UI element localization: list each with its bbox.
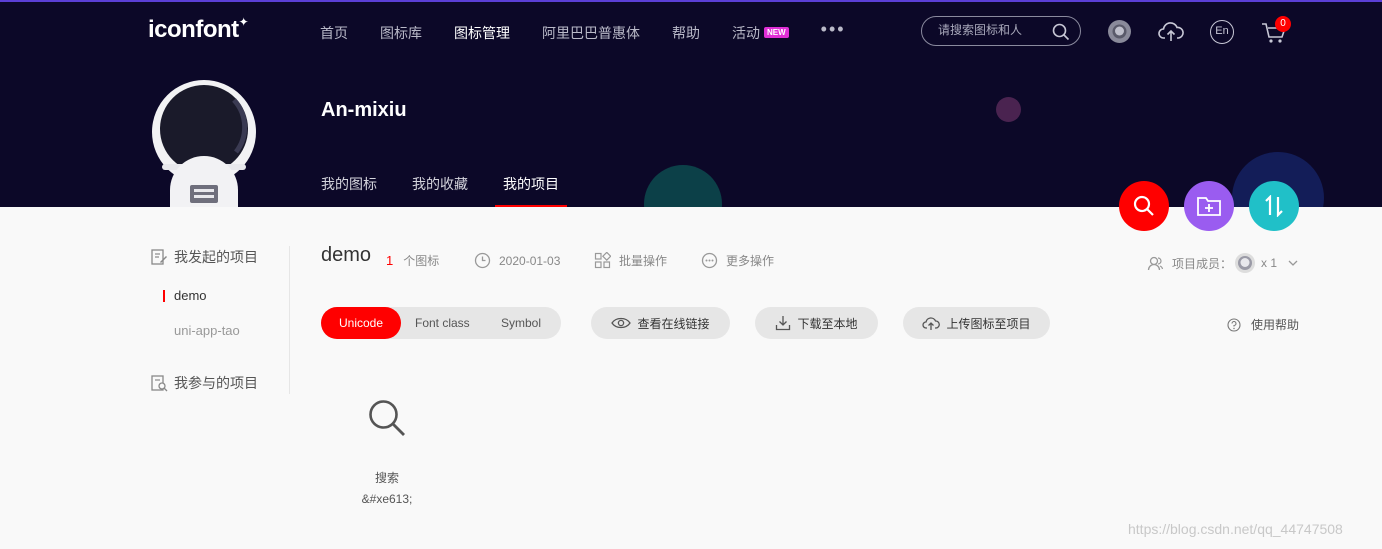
nav-activity[interactable]: 活动 NEW xyxy=(732,22,789,43)
tab-my-projects[interactable]: 我的项目 xyxy=(495,174,567,207)
upload-cloud-icon xyxy=(922,316,941,330)
project-sidebar: 我发起的项目 demo uni-app-tao 我参与的项目 xyxy=(150,246,290,394)
site-header: iconfont✦ 首页 图标库 图标管理 阿里巴巴普惠体 帮助 活动 NEW … xyxy=(0,0,1382,207)
profile-username: An-mixiu xyxy=(321,99,407,121)
cart-count-badge: 0 xyxy=(1275,16,1291,32)
icon-count-number: 1 xyxy=(386,253,394,268)
eye-icon xyxy=(611,317,632,329)
nav-icon-library[interactable]: 图标库 xyxy=(380,22,422,43)
iconfont-logo[interactable]: iconfont✦ xyxy=(148,15,249,44)
user-avatar-icon[interactable] xyxy=(1107,19,1132,44)
search-icon xyxy=(369,400,405,436)
project-date: 2020-01-03 xyxy=(474,252,560,269)
icon-unicode-code: &#xe613; xyxy=(361,492,413,506)
project-item-demo[interactable]: demo xyxy=(150,286,289,306)
watermark: https://blog.csdn.net/qq_44747508 xyxy=(1128,521,1343,537)
search-box xyxy=(921,16,1081,46)
search-input[interactable] xyxy=(938,23,1048,37)
icon-name: 搜索 xyxy=(374,471,399,485)
icon-card[interactable]: 搜索 &#xe613; xyxy=(337,398,437,506)
more-operations-button[interactable]: 更多操作 xyxy=(701,252,774,269)
members-count: x 1 xyxy=(1261,256,1278,270)
tab-my-favorites[interactable]: 我的收藏 xyxy=(412,174,468,194)
nav-activity-label: 活动 xyxy=(732,24,760,41)
members-label: 项目成员： xyxy=(1172,256,1233,271)
more-nav-button[interactable]: ••• xyxy=(821,19,846,40)
logo-text: iconfont xyxy=(148,16,239,43)
fab-new-project-button[interactable] xyxy=(1184,181,1234,231)
mode-unicode-tab[interactable]: Unicode xyxy=(321,307,401,339)
icon-count-unit: 个图标 xyxy=(403,254,440,268)
initiated-projects-title: 我发起的项目 xyxy=(174,249,258,265)
download-local-label: 下载至本地 xyxy=(797,316,858,331)
more-operations-label: 更多操作 xyxy=(726,254,775,268)
logo-mark: ✦ xyxy=(238,15,249,29)
initiated-projects-heading: 我发起的项目 xyxy=(150,246,289,268)
profile-tabs: 我的图标 我的收藏 我的项目 xyxy=(321,174,594,207)
fab-sort-button[interactable] xyxy=(1249,181,1299,231)
upload-icons-label: 上传图标至项目 xyxy=(946,316,1031,331)
download-local-button[interactable]: 下载至本地 xyxy=(755,307,878,339)
decor-bubble xyxy=(996,97,1021,122)
add-folder-icon xyxy=(1197,197,1221,216)
language-switch-icon[interactable]: En xyxy=(1210,20,1234,44)
fab-search-button[interactable] xyxy=(1119,181,1169,231)
nav-alibaba-font[interactable]: 阿里巴巴普惠体 xyxy=(542,22,640,43)
download-icon xyxy=(776,316,791,331)
main-nav: 首页 图标库 图标管理 阿里巴巴普惠体 帮助 活动 NEW ••• xyxy=(320,19,846,43)
batch-operation-label: 批量操作 xyxy=(619,254,668,268)
members-icon xyxy=(1147,256,1164,270)
project-item-uni-app-tao[interactable]: uni-app-tao xyxy=(150,321,289,341)
more-circle-icon xyxy=(701,252,718,269)
mode-font-class-tab[interactable]: Font class xyxy=(415,316,470,330)
icon-count: 1 个图标 xyxy=(386,252,439,269)
project-members[interactable]: 项目成员： x 1 xyxy=(1147,252,1307,274)
project-date-text: 2020-01-03 xyxy=(499,253,561,268)
project-title: demo xyxy=(321,244,372,266)
view-online-link-button[interactable]: 查看在线链接 xyxy=(591,307,730,339)
question-circle-icon xyxy=(1227,317,1241,332)
view-online-link-label: 查看在线链接 xyxy=(637,316,710,331)
batch-operation-button[interactable]: 批量操作 xyxy=(594,252,667,269)
edit-document-icon xyxy=(151,249,167,265)
usage-help-label: 使用帮助 xyxy=(1251,318,1300,332)
member-avatar xyxy=(1235,253,1256,273)
nav-icon-management[interactable]: 图标管理 xyxy=(454,22,510,43)
search-icon xyxy=(1133,195,1154,216)
grid-icon xyxy=(594,252,611,269)
tab-my-icons[interactable]: 我的图标 xyxy=(321,174,377,194)
decor-bubble xyxy=(644,165,722,207)
new-badge: NEW xyxy=(764,27,789,38)
search-document-icon xyxy=(151,375,168,392)
clock-icon xyxy=(474,252,491,269)
nav-help[interactable]: 帮助 xyxy=(672,22,700,43)
joined-projects-title: 我参与的项目 xyxy=(174,375,258,391)
upload-cloud-icon[interactable] xyxy=(1158,21,1184,43)
font-mode-switch: Unicode Font class Symbol xyxy=(321,307,561,339)
search-icon[interactable] xyxy=(1052,23,1070,41)
joined-projects-heading: 我参与的项目 xyxy=(150,372,289,394)
chevron-down-icon xyxy=(1288,260,1298,266)
mode-symbol-tab[interactable]: Symbol xyxy=(501,316,541,330)
sort-arrows-icon xyxy=(1265,195,1283,217)
nav-home[interactable]: 首页 xyxy=(320,22,348,43)
usage-help-link[interactable]: 使用帮助 xyxy=(1227,316,1299,333)
astronaut-avatar[interactable] xyxy=(148,78,258,207)
upload-icons-button[interactable]: 上传图标至项目 xyxy=(903,307,1050,339)
